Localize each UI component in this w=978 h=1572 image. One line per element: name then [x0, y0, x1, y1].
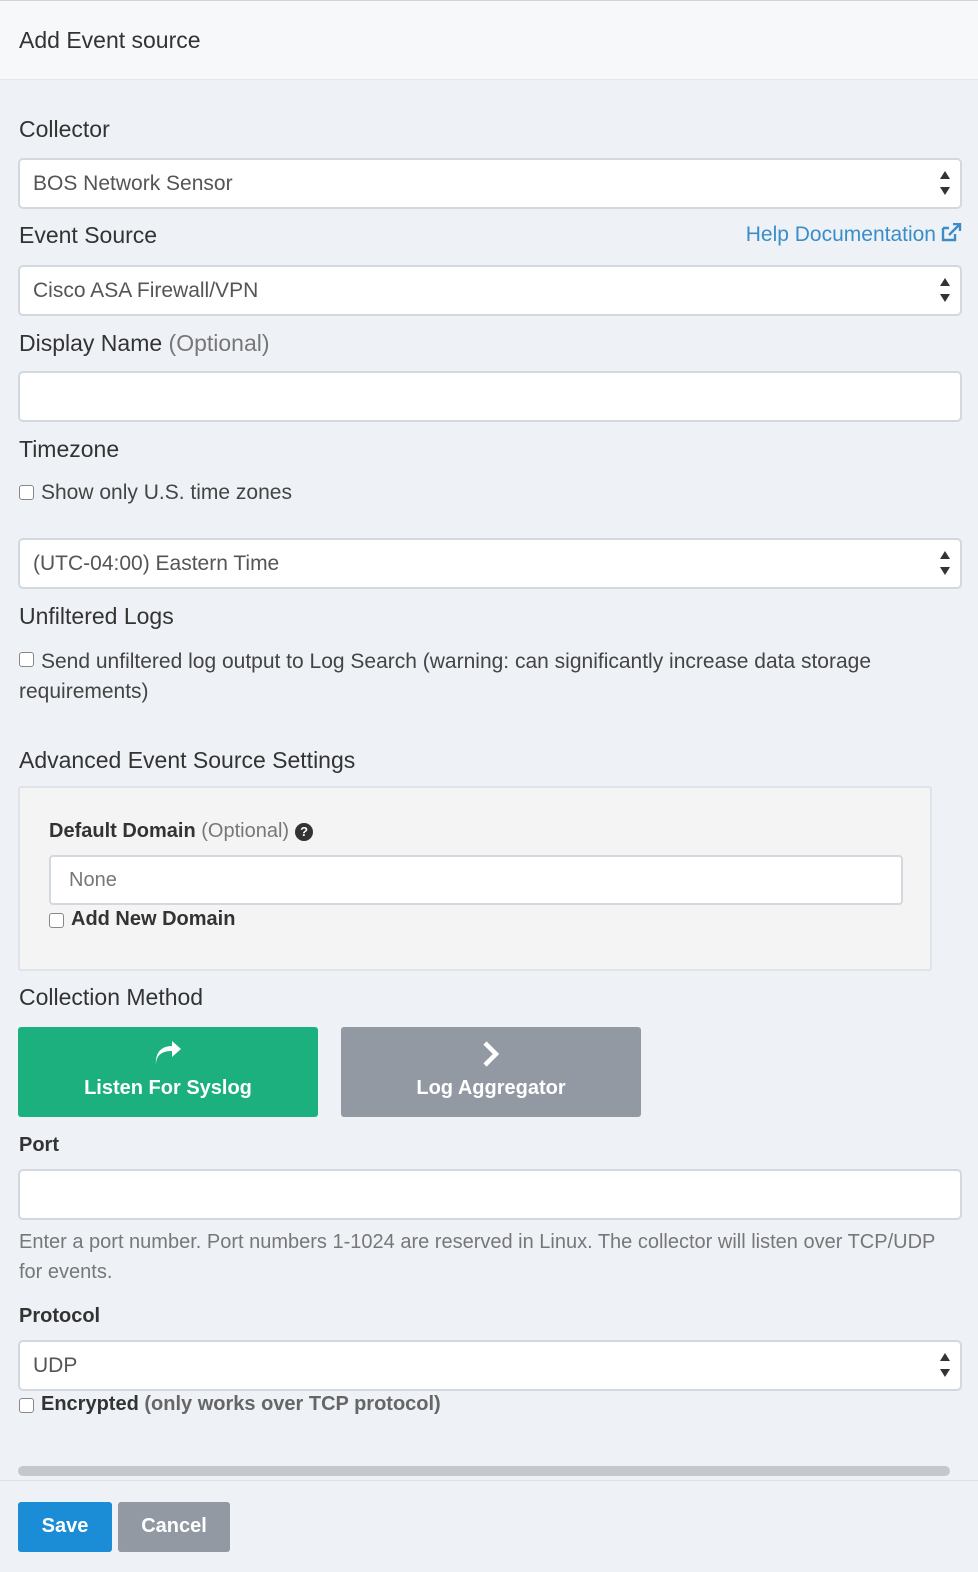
horizontal-scrollbar[interactable]: [18, 1466, 950, 1476]
protocol-select-value: UDP: [33, 1354, 78, 1377]
dialog-title: Add Event source: [19, 27, 201, 53]
save-button[interactable]: Save: [18, 1502, 112, 1552]
event-source-label: Event Source: [19, 222, 158, 248]
footer-divider: [0, 1480, 978, 1481]
select-arrows-icon: [940, 171, 950, 195]
log-aggregator-button[interactable]: Log Aggregator: [341, 1027, 641, 1117]
display-name-label-text: Display Name: [19, 330, 163, 356]
collector-select-value: BOS Network Sensor: [33, 172, 233, 195]
listen-for-syslog-button[interactable]: Listen For Syslog: [18, 1027, 318, 1117]
us-timezones-label: Show only U.S. time zones: [41, 481, 292, 504]
us-timezones-checkbox[interactable]: [19, 485, 34, 500]
protocol-label: Protocol: [19, 1305, 101, 1327]
event-source-select-value: Cisco ASA Firewall/VPN: [33, 279, 259, 302]
add-new-domain-label: Add New Domain: [71, 908, 236, 930]
timezone-label: Timezone: [19, 436, 120, 462]
log-aggregator-label: Log Aggregator: [416, 1077, 566, 1099]
default-domain-input[interactable]: None: [49, 855, 903, 905]
help-documentation-link[interactable]: Help Documentation: [745, 222, 962, 247]
share-arrow-icon: [155, 1041, 181, 1065]
protocol-select[interactable]: UDP: [18, 1340, 962, 1391]
display-name-optional: (Optional): [168, 330, 270, 356]
select-arrows-icon: [940, 551, 950, 575]
unfiltered-logs-label: Unfiltered Logs: [19, 603, 174, 629]
select-arrows-icon: [940, 278, 950, 302]
default-domain-label: Default Domain (Optional)?: [49, 820, 314, 843]
display-name-label: Display Name (Optional): [19, 330, 270, 357]
collector-select[interactable]: BOS Network Sensor: [18, 158, 962, 209]
default-domain-label-text: Default Domain: [49, 820, 196, 842]
unfiltered-logs-checkbox-label: Send unfiltered log output to Log Search…: [19, 650, 872, 703]
advanced-settings-title: Advanced Event Source Settings: [19, 747, 356, 773]
encrypted-checkbox[interactable]: [19, 1398, 34, 1413]
display-name-input[interactable]: [18, 371, 962, 422]
add-new-domain-checkbox[interactable]: [49, 913, 64, 928]
encrypted-label-text: Encrypted: [41, 1393, 139, 1415]
question-circle-icon[interactable]: ?: [295, 823, 314, 841]
select-arrows-icon: [940, 1353, 950, 1377]
collection-method-label: Collection Method: [19, 984, 204, 1010]
advanced-settings-panel: Default Domain (Optional)? None Add New …: [18, 786, 932, 971]
port-label: Port: [19, 1134, 59, 1156]
collector-label: Collector: [19, 116, 110, 142]
cancel-button[interactable]: Cancel: [118, 1502, 230, 1552]
help-documentation-text: Help Documentation: [745, 223, 936, 246]
timezone-select-value: (UTC-04:00) Eastern Time: [33, 552, 280, 575]
timezone-select[interactable]: (UTC-04:00) Eastern Time: [18, 538, 962, 589]
external-link-icon: [941, 222, 962, 242]
chevron-right-icon: [483, 1041, 500, 1067]
port-input[interactable]: [18, 1169, 962, 1220]
encrypted-label: Encrypted (only works over TCP protocol): [41, 1393, 441, 1416]
event-source-select[interactable]: Cisco ASA Firewall/VPN: [18, 265, 962, 316]
default-domain-optional: (Optional): [201, 820, 290, 842]
encrypted-note: (only works over TCP protocol): [144, 1393, 441, 1415]
dialog-header: Add Event source: [0, 0, 978, 80]
port-help-text: Enter a port number. Port numbers 1-1024…: [19, 1231, 935, 1283]
listen-for-syslog-label: Listen For Syslog: [84, 1077, 252, 1099]
